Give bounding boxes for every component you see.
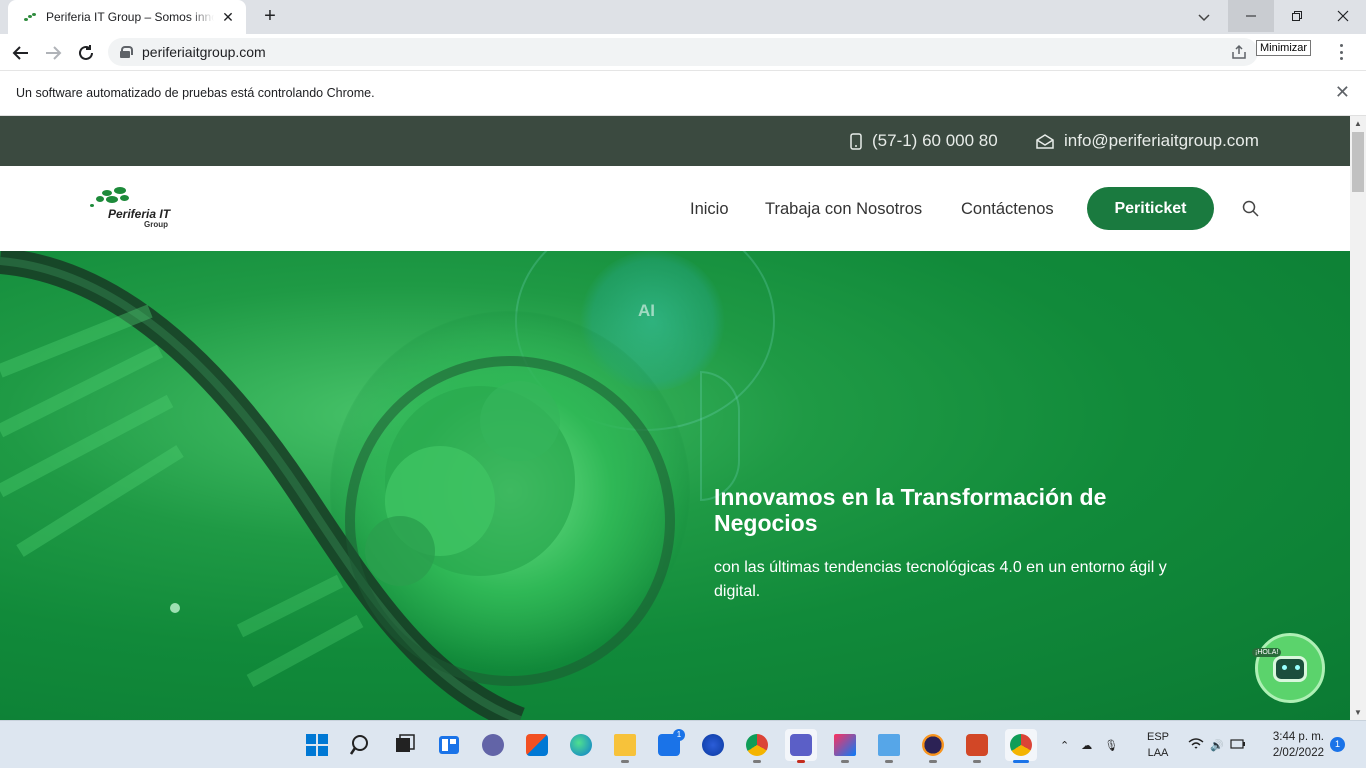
powerpoint-icon[interactable] (961, 729, 993, 763)
nav-inicio[interactable]: Inicio (690, 200, 729, 219)
chrome-debug-icon[interactable] (741, 729, 773, 763)
hero-subtitle: con las últimas tendencias tecnológicas … (714, 559, 1167, 600)
teams-chat-icon[interactable] (477, 729, 509, 761)
notification-badge[interactable]: 1 (1330, 737, 1345, 752)
phone-icon (850, 132, 862, 150)
microphone-icon[interactable]: 🎙 (1104, 739, 1118, 752)
periticket-button[interactable]: Periticket (1087, 187, 1214, 230)
quick-settings[interactable]: 🔊 (1188, 721, 1246, 769)
tab-close-icon[interactable]: ✕ (220, 9, 236, 26)
logo-group: Group (144, 220, 168, 229)
new-tab-button[interactable]: + (258, 6, 282, 28)
fern-illustration (0, 251, 675, 720)
scroll-thumb[interactable] (1352, 132, 1364, 192)
share-icon[interactable] (1230, 43, 1248, 61)
taskbar-clock[interactable]: 3:44 p. m. 2/02/2022 (1262, 729, 1324, 761)
url-text: periferiaitgroup.com (142, 44, 266, 60)
restore-button[interactable] (1274, 0, 1320, 32)
email-address: info@periferiaitgroup.com (1064, 131, 1259, 150)
site-header: Periferia IT Group Inicio Trabaja con No… (0, 166, 1350, 251)
firefox-icon[interactable] (697, 729, 729, 761)
file-explorer-icon[interactable] (609, 729, 641, 763)
phone-number: (57-1) 60 000 80 (872, 131, 998, 150)
widgets-icon[interactable] (433, 729, 465, 761)
system-tray: ⌃ ☁ 🎙 (1060, 721, 1132, 769)
language-code: ESP (1146, 731, 1169, 743)
language-indicator[interactable]: ESP LAA (1145, 729, 1171, 761)
chrome-icon[interactable] (1005, 729, 1037, 763)
tab-strip: Periferia IT Group – Somos innovación ✕ … (0, 0, 1366, 34)
tab-title: Periferia IT Group – Somos innovación (46, 10, 214, 24)
tab-search-chevron-icon[interactable] (1192, 6, 1216, 28)
mail-badge: 1 (673, 729, 685, 741)
scroll-down-icon[interactable]: ▼ (1354, 708, 1362, 717)
logo-name: Periferia IT (108, 207, 171, 221)
chatbot-button[interactable]: ¡HOLA! (1252, 633, 1325, 703)
search-taskbar-icon[interactable] (345, 729, 377, 761)
windows-taskbar: 1 ⌃ ☁ 🎙 ESP LAA 🔊 3:44 p. m. 2/02/2022 1 (0, 720, 1366, 768)
battery-icon (1230, 738, 1246, 753)
notepad-icon[interactable] (873, 729, 905, 763)
eclipse-icon[interactable] (917, 729, 949, 763)
hero-banner: AI Innovamos en la Transformación de Neg… (0, 251, 1350, 720)
contact-topbar: (57-1) 60 000 80 info@periferiaitgroup.c… (0, 116, 1350, 166)
hero-title: Innovamos en la Transformación de Negoci… (714, 484, 1107, 536)
web-page: (57-1) 60 000 80 info@periferiaitgroup.c… (0, 116, 1350, 720)
address-bar[interactable]: periferiaitgroup.com (108, 38, 1258, 66)
minimize-button[interactable] (1228, 0, 1274, 32)
nav-contactenos[interactable]: Contáctenos (961, 200, 1054, 219)
minimize-tooltip: Minimizar (1256, 40, 1312, 56)
browser-tab[interactable]: Periferia IT Group – Somos innovación ✕ (8, 0, 246, 34)
browser-toolbar: periferiaitgroup.com (0, 34, 1366, 71)
back-arrow-icon[interactable] (10, 42, 32, 64)
task-view-icon[interactable] (389, 729, 421, 761)
keyboard-layout: LAA (1147, 747, 1169, 759)
microsoft-store-icon[interactable] (521, 729, 553, 761)
search-icon[interactable] (1242, 200, 1260, 223)
phone-link[interactable]: (57-1) 60 000 80 (850, 131, 998, 151)
volume-icon: 🔊 (1210, 739, 1224, 752)
onedrive-icon[interactable]: ☁ (1081, 739, 1092, 752)
robot-face-icon (1273, 656, 1307, 682)
infobar-message: Un software automatizado de pruebas está… (16, 86, 375, 100)
envelope-icon (1036, 134, 1054, 149)
start-windows-icon[interactable] (301, 729, 333, 761)
mail-icon[interactable]: 1 (653, 729, 685, 761)
reload-icon[interactable] (75, 42, 97, 64)
forward-arrow-icon[interactable] (42, 42, 64, 64)
teams-icon[interactable] (785, 729, 817, 763)
decor-arc (700, 371, 740, 501)
scroll-up-icon[interactable]: ▲ (1354, 119, 1362, 128)
chevron-up-icon[interactable]: ⌃ (1060, 739, 1069, 752)
lock-icon[interactable] (120, 46, 133, 58)
clock-date: 2/02/2022 (1272, 747, 1324, 759)
intellij-icon[interactable] (829, 729, 861, 763)
wifi-icon (1188, 737, 1204, 754)
edge-icon[interactable] (565, 729, 597, 761)
close-window-button[interactable] (1320, 0, 1366, 32)
infobar-close-icon[interactable]: ✕ (1335, 82, 1350, 103)
page-scrollbar[interactable]: ▲ ▼ (1350, 116, 1366, 720)
email-link[interactable]: info@periferiaitgroup.com (1036, 131, 1259, 151)
site-favicon-icon (22, 9, 38, 25)
periferia-logo[interactable]: Periferia IT Group (88, 184, 188, 234)
clock-time: 3:44 p. m. (1272, 731, 1324, 743)
nav-trabaja-con-nosotros[interactable]: Trabaja con Nosotros (765, 200, 922, 219)
automation-infobar: Un software automatizado de pruebas está… (0, 71, 1366, 116)
browser-menu-icon[interactable] (1336, 42, 1346, 62)
